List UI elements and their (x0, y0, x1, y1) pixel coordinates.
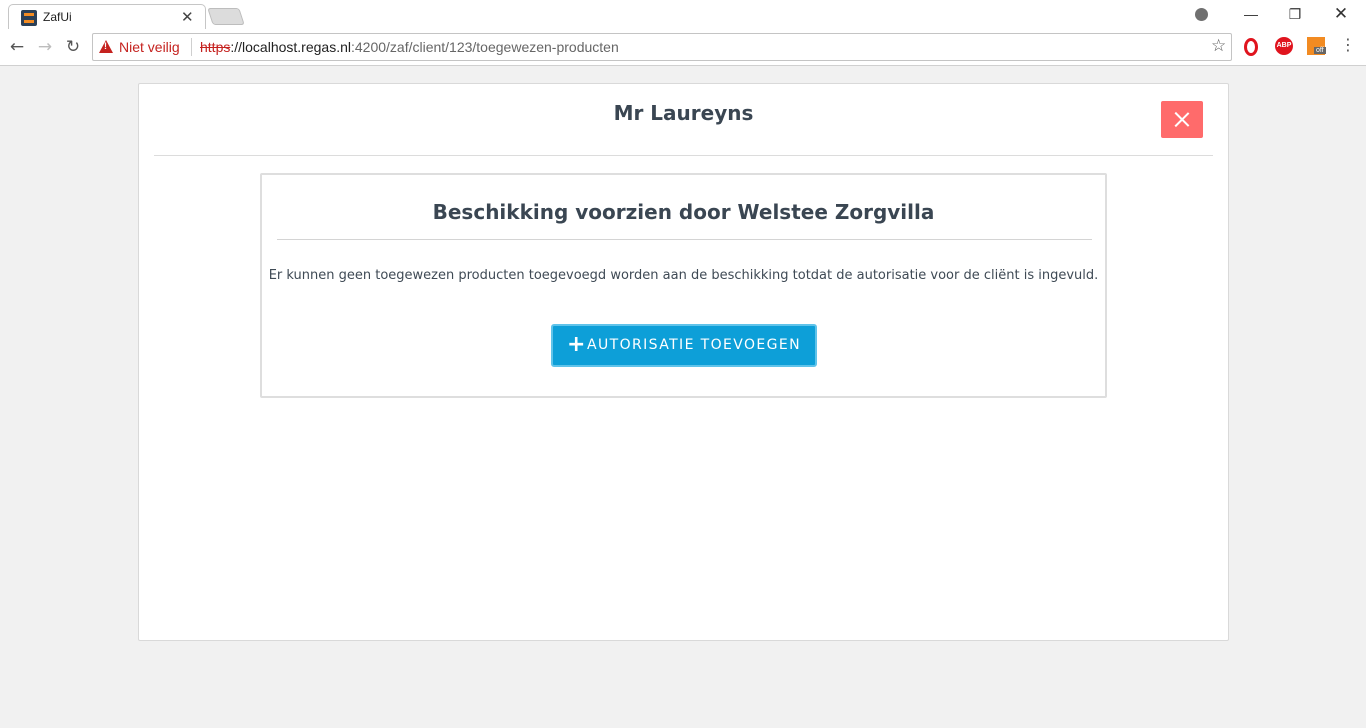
url-path: :4200/zaf/client/123/toegewezen-producte… (350, 39, 619, 55)
profile-button[interactable] (1178, 2, 1224, 26)
warning-triangle-icon[interactable] (99, 40, 113, 53)
reload-icon[interactable]: ↻ (62, 36, 84, 58)
browser-menu-icon[interactable]: ⋮ (1340, 35, 1356, 54)
address-bar[interactable]: Niet veilig https://localhost.regas.nl:4… (92, 33, 1232, 61)
beschikking-panel: Beschikking voorzien door Welstee Zorgvi… (260, 173, 1107, 398)
address-separator (191, 38, 192, 56)
panel-title: Beschikking voorzien door Welstee Zorgvi… (432, 200, 935, 224)
plus-icon: + (567, 332, 586, 357)
add-authorization-label: AUTORISATIE TOEVOEGEN (587, 337, 802, 353)
browser-tab[interactable]: ZafUi ✕ (8, 4, 206, 30)
tab-title: ZafUi (43, 10, 72, 24)
off-badge: off (1314, 47, 1326, 54)
new-tab-button[interactable] (207, 8, 245, 25)
panel-divider (277, 239, 1092, 240)
browser-toolbar: ← → ↻ Niet veilig https://localhost.rega… (0, 29, 1366, 66)
close-button[interactable] (1161, 101, 1203, 138)
maximize-button[interactable]: ❐ (1272, 2, 1318, 26)
opera-extension-icon[interactable] (1244, 38, 1258, 56)
url-separator: :// (230, 39, 243, 55)
tab-strip: ZafUi ✕ — ❐ ✕ (0, 0, 1366, 30)
add-authorization-button[interactable]: + AUTORISATIE TOEVOEGEN (551, 324, 817, 367)
forward-arrow-icon[interactable]: → (34, 36, 56, 58)
tab-close-icon[interactable]: ✕ (181, 8, 194, 26)
page-title: Mr Laureyns (613, 101, 754, 125)
url-host: localhost.regas.nl (242, 39, 351, 55)
url-text[interactable]: https://localhost.regas.nl:4200/zaf/clie… (200, 39, 619, 55)
security-label[interactable]: Niet veilig (119, 39, 180, 55)
client-card: Mr Laureyns Beschikking voorzien door We… (138, 83, 1229, 641)
off-extension-icon[interactable]: off (1307, 37, 1326, 55)
header-divider (154, 155, 1213, 156)
info-message: Er kunnen geen toegewezen producten toeg… (268, 268, 1099, 283)
window-close-button[interactable]: ✕ (1318, 2, 1364, 26)
profile-icon (1194, 8, 1208, 21)
zafui-favicon-icon (21, 10, 37, 26)
bookmark-star-icon[interactable]: ☆ (1211, 36, 1226, 56)
minimize-button[interactable]: — (1228, 2, 1274, 26)
url-scheme: https (200, 39, 231, 55)
back-arrow-icon[interactable]: ← (6, 36, 28, 58)
adblock-extension-icon[interactable]: ABP (1275, 37, 1293, 55)
